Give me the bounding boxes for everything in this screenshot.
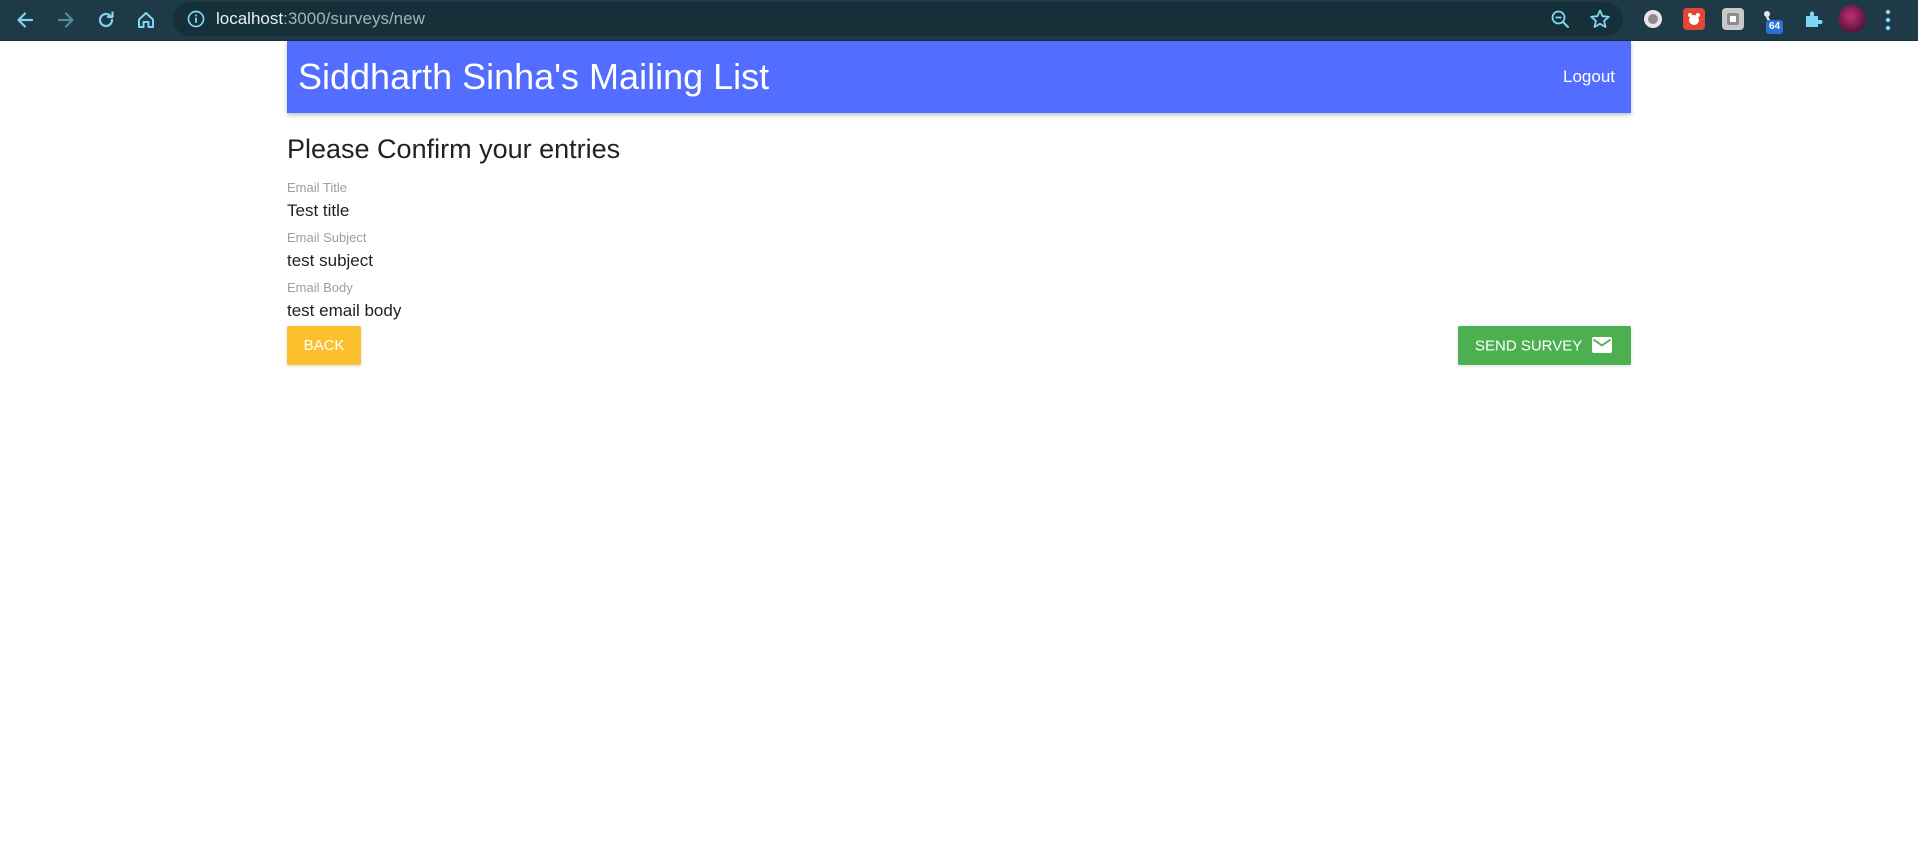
url-host: localhost xyxy=(216,9,284,28)
url-path: :3000/surveys/new xyxy=(283,9,425,28)
puzzle-extensions-icon[interactable] xyxy=(1802,8,1824,30)
send-survey-label: Send Survey xyxy=(1475,337,1583,355)
email-body-value: test email body xyxy=(287,301,402,320)
page-heading: Please Confirm your entries xyxy=(287,134,621,164)
email-title-value: Test title xyxy=(287,201,350,220)
profile-avatar[interactable] xyxy=(1838,5,1866,33)
address-bar[interactable]: localhost:3000/surveys/new xyxy=(173,2,1623,36)
back-button[interactable] xyxy=(10,5,40,35)
back-button[interactable]: Back xyxy=(287,326,361,365)
send-survey-button[interactable]: Send Survey xyxy=(1458,326,1631,365)
reload-icon xyxy=(98,11,114,28)
info-icon[interactable] xyxy=(187,10,205,28)
star-icon[interactable] xyxy=(1589,8,1611,30)
url-text: localhost:3000/surveys/new xyxy=(216,9,425,29)
back-icon xyxy=(17,12,34,28)
app-bar: Siddharth Sinha's Mailing List Logout xyxy=(287,41,1631,113)
forward-icon xyxy=(57,12,74,28)
browser-toolbar: localhost:3000/surveys/new 64 xyxy=(0,0,1918,41)
email-body-label: Email Body xyxy=(287,280,353,295)
logout-link[interactable]: Logout xyxy=(1563,67,1615,87)
red-extension-icon[interactable] xyxy=(1683,8,1705,30)
grey-extension-icon[interactable] xyxy=(1722,8,1744,30)
reload-button[interactable] xyxy=(91,5,121,35)
brand-logo[interactable]: Siddharth Sinha's Mailing List xyxy=(298,56,769,98)
page-container: Siddharth Sinha's Mailing List Logout Pl… xyxy=(287,41,1631,365)
email-subject-value: test subject xyxy=(287,251,373,270)
home-button[interactable] xyxy=(131,5,161,35)
kebab-menu-icon[interactable] xyxy=(1884,9,1892,31)
home-icon xyxy=(138,12,154,28)
extension-badge: 64 xyxy=(1766,20,1784,34)
zoom-icon[interactable] xyxy=(1550,9,1570,29)
email-subject-label: Email Subject xyxy=(287,230,367,245)
email-title-label: Email Title xyxy=(287,180,347,195)
forward-button[interactable] xyxy=(51,5,81,35)
email-icon xyxy=(1592,337,1612,353)
record-extension-icon[interactable] xyxy=(1642,8,1664,30)
